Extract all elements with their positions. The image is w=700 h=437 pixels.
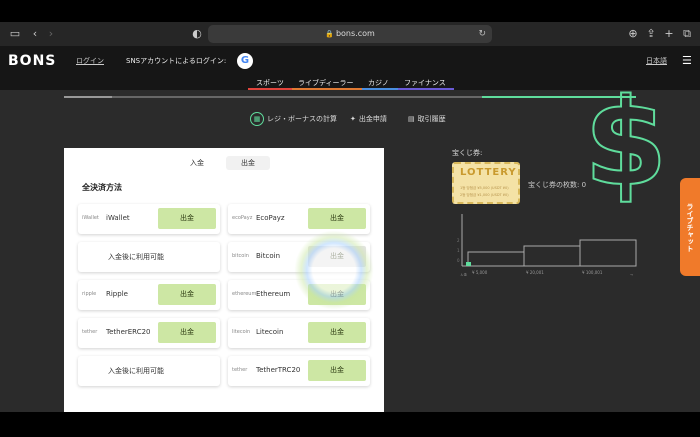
sidebar-toggle-icon[interactable]: ▭ [8, 26, 22, 42]
unavailable-label: 入金後に利用可能 [108, 367, 164, 375]
y-tick-label: 2 [457, 238, 460, 243]
tether-logo: tether [232, 367, 248, 373]
hamburger-menu-icon[interactable]: ☰ [682, 54, 692, 67]
browser-toolbar: ▭ ‹ › ◐ 🔒 bons.com ↻ ⊕ ⇪ + ⧉ [0, 22, 700, 46]
subnav-bonus-calculator[interactable]: ▦ レジ・ボーナスの計算 [250, 112, 337, 126]
withdraw-button-ripple[interactable]: 出金 [158, 284, 216, 305]
lottery-ticket: LOTTERY 1등 당첨금 ¥5,000 (USDT ¥0) 2등 당첨금 ¥… [452, 162, 520, 204]
site-header: BONS ログイン SNSアカウントによるログイン: G 日本語 ☰ [0, 46, 700, 76]
ticket-line: 1등 당첨금 ¥5,000 (USDT ¥0) [460, 186, 509, 190]
method-card-ripple: ripple Ripple 出金 [78, 280, 220, 310]
sns-login-label: SNSアカウントによるログイン: [126, 57, 227, 65]
ethereum-logo: ethereum [232, 291, 257, 297]
share-icon[interactable]: ⇪ [644, 26, 658, 42]
method-name: TetherTRC20 [256, 366, 301, 374]
method-name: TetherERC20 [106, 328, 151, 336]
subnav-withdraw-request[interactable]: ✦ 出金申請 [350, 112, 387, 126]
axis-end-label: → [630, 273, 633, 276]
method-card-unavailable: 入金後に利用可能 [78, 242, 220, 272]
nav-item-casino[interactable]: カジノ [368, 78, 389, 88]
y-tick-label: 0 [457, 258, 460, 263]
unavailable-label: 入金後に利用可能 [108, 253, 164, 261]
method-card-tether-erc20: tether TetherERC20 出金 [78, 318, 220, 348]
iwallet-logo: iWallet [82, 215, 99, 221]
site-logo[interactable]: BONS [8, 53, 56, 69]
download-icon[interactable]: ⊕ [626, 26, 640, 42]
tab-deposit[interactable]: 入金 [190, 158, 204, 168]
payment-methods-title: 全決済方法 [82, 183, 122, 192]
lottery-label: 宝くじ券: [452, 149, 483, 157]
tab-overview-icon[interactable]: ⧉ [680, 26, 694, 42]
method-name: Litecoin [256, 328, 284, 336]
tier-bar [523, 245, 581, 267]
calculator-icon: ▦ [250, 112, 264, 126]
receipt-icon: ▤ [408, 115, 415, 123]
method-card-unavailable: 入金後に利用可能 [78, 356, 220, 386]
live-chat-button[interactable]: ライブチャット [680, 178, 700, 276]
nav-item-sports[interactable]: スポーツ [256, 78, 284, 88]
method-card-tether-trc20: tether TetherTRC20 出金 [228, 356, 370, 386]
subnav-label: 取引履歴 [417, 115, 446, 123]
click-highlight [294, 230, 374, 310]
method-name: Ripple [106, 290, 128, 298]
withdraw-button-iwallet[interactable]: 出金 [158, 208, 216, 229]
privacy-shield-icon[interactable]: ◐ [190, 26, 204, 42]
subnav-transaction-history[interactable]: ▤ 取引履歴 [408, 112, 446, 126]
withdraw-button-tether-erc20[interactable]: 出金 [158, 322, 216, 343]
lottery-tier-chart: 2 1 0 ¥ 5,000 ¥ 20,001 ¥ 100,001 入金 → [457, 214, 637, 276]
method-card-litecoin: litecoin Litecoin 出金 [228, 318, 370, 348]
address-url: bons.com [335, 29, 375, 38]
browser-window: ▭ ‹ › ◐ 🔒 bons.com ↻ ⊕ ⇪ + ⧉ BONS ログイン SN… [0, 0, 700, 437]
handshake-icon: ✦ [350, 115, 356, 123]
reload-icon[interactable]: ↻ [478, 25, 486, 43]
subnav-label: 出金申請 [358, 115, 387, 123]
tab-withdraw[interactable]: 出金 [226, 156, 270, 170]
login-link[interactable]: ログイン [76, 56, 104, 66]
nav-item-live-dealer[interactable]: ライブディーラー [298, 78, 354, 88]
withdraw-button-litecoin[interactable]: 出金 [308, 322, 366, 343]
nav-item-finance[interactable]: ファイナンス [404, 78, 446, 88]
tier-label: ¥ 20,001 [526, 270, 544, 275]
method-name: Ethereum [256, 290, 291, 298]
withdraw-button-tether-trc20[interactable]: 出金 [308, 360, 366, 381]
forward-icon[interactable]: › [44, 26, 58, 42]
ticket-count-label: 宝くじ券の枚数: 0 [528, 181, 587, 189]
litecoin-logo: litecoin [232, 329, 251, 335]
back-icon[interactable]: ‹ [28, 26, 42, 42]
progress-segment [64, 96, 112, 98]
method-name: Bitcoin [256, 252, 281, 260]
tier-bar [579, 239, 637, 267]
method-card-iwallet: iWallet iWallet 出金 [78, 204, 220, 234]
ripple-logo: ripple [82, 291, 97, 297]
lock-icon: 🔒 [325, 30, 334, 38]
screen-bottom [0, 412, 700, 437]
language-selector[interactable]: 日本語 [646, 56, 667, 66]
new-tab-icon[interactable]: + [662, 26, 676, 42]
y-tick-label: 1 [457, 248, 460, 253]
withdraw-button-ecopayz[interactable]: 出金 [308, 208, 366, 229]
method-name: iWallet [106, 214, 130, 222]
progress-marker [466, 262, 471, 266]
ticket-line: 2등 당첨금 ¥1,000 (USDT ¥0) [460, 193, 509, 197]
tether-logo: tether [82, 329, 98, 335]
method-card-ecopayz: ecoPayz EcoPayz 出金 [228, 204, 370, 234]
ecopayz-logo: ecoPayz [232, 215, 253, 221]
dollar-sign-icon: $ [583, 74, 668, 213]
tier-label: ¥ 100,001 [582, 270, 603, 275]
tier-label: ¥ 5,000 [472, 270, 488, 275]
address-bar[interactable]: 🔒 bons.com ↻ [208, 25, 492, 43]
method-name: EcoPayz [256, 214, 285, 222]
axis-start-label: 入金 [460, 272, 468, 276]
bitcoin-logo: bitcoin [232, 253, 249, 259]
tier-bar [467, 251, 525, 267]
google-login-button[interactable]: G [237, 53, 253, 69]
subnav-label: レジ・ボーナスの計算 [267, 115, 337, 123]
ticket-title: LOTTERY [460, 167, 517, 178]
